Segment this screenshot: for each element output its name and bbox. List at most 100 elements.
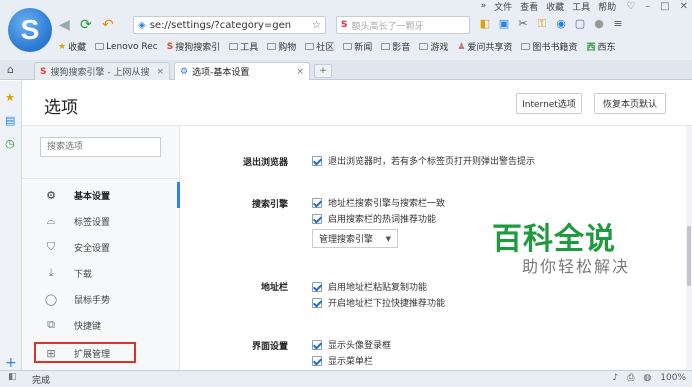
reading-list-icon[interactable]: ▤ <box>5 114 15 127</box>
add-panel-icon[interactable]: + <box>5 355 17 371</box>
maximize-icon[interactable]: □ <box>660 1 669 12</box>
more-icon[interactable]: ● <box>592 17 606 31</box>
menu-arrows-icon[interactable]: » <box>481 1 487 11</box>
menu-file[interactable]: 文件 <box>494 0 512 13</box>
skin-icon[interactable]: ♡ <box>626 1 635 12</box>
menu-favorites[interactable]: 收藏 <box>546 0 564 13</box>
tab-icon: ⌓ <box>46 214 56 227</box>
paste-copy-checkbox[interactable]: 启用地址栏粘贴复制功能 <box>312 280 427 293</box>
sidebar-item-security[interactable]: ⛉ 安全设置 <box>22 234 180 260</box>
settings-search-input[interactable] <box>40 137 161 157</box>
favorites-star-icon[interactable]: ★ <box>5 91 15 104</box>
scrollbar[interactable] <box>686 126 692 370</box>
sidebar-item-label: 下载 <box>74 269 93 280</box>
minimize-icon[interactable]: – <box>645 1 650 12</box>
checkbox[interactable] <box>312 281 322 292</box>
sogou-icon: S <box>40 66 47 77</box>
history-icon[interactable]: ◷ <box>5 137 15 150</box>
section-title-exit: 退出浏览器 <box>242 158 288 168</box>
hotword-checkbox[interactable]: 启用搜索栏的热词推荐功能 <box>312 212 436 225</box>
checkbox[interactable] <box>312 197 322 208</box>
cut-icon[interactable]: ✂ <box>516 17 530 31</box>
engine-sync-checkbox[interactable]: 地址栏搜索引擎与搜索栏一致 <box>312 196 445 209</box>
menubar-checkbox[interactable]: 显示菜单栏 <box>312 354 373 367</box>
back-icon[interactable]: ◀ <box>59 17 70 33</box>
sidebar-item-download[interactable]: ⤓ 下载 <box>22 260 180 286</box>
bookmark-item[interactable]: 图书书籍资 <box>521 40 577 53</box>
tab-close-icon[interactable]: × <box>156 67 164 77</box>
section-title-address: 地址栏 <box>260 283 288 293</box>
manage-engines-dropdown[interactable]: 管理搜索引擎 ▼ <box>312 229 398 248</box>
checkbox[interactable] <box>312 155 322 166</box>
search-box[interactable]: S 额头高长了一颗牙 <box>336 16 470 34</box>
search-placeholder[interactable]: 额头高长了一颗牙 <box>351 19 423 32</box>
scrollbar-thumb[interactable] <box>687 226 691 286</box>
gear-icon: ⚙ <box>46 188 56 202</box>
browser-logo[interactable]: S <box>8 8 52 52</box>
sidebar-item-label: 基本设置 <box>74 191 111 202</box>
menu-view[interactable]: 查看 <box>520 0 538 13</box>
sidebar-item-label: 安全设置 <box>74 243 111 254</box>
tab-label: 选项-基本设置 <box>192 68 250 78</box>
bookmark-item[interactable]: 影音 <box>381 40 410 53</box>
sidebar-item-shortcuts[interactable]: ⧉ 快捷键 <box>22 312 180 338</box>
bookmark-item[interactable]: Lenovo Rec <box>95 40 158 53</box>
checkbox[interactable] <box>312 297 322 308</box>
sidebar-item-tabs[interactable]: ⌓ 标签设置 <box>22 208 180 234</box>
security-status-icon[interactable]: ◍ <box>643 373 651 383</box>
settings-tab-icon: ⚙ <box>180 66 189 77</box>
settings-sidebar: ⚙ 基本设置 ⌓ 标签设置 ⛉ 安全设置 ⤓ 下载 ◯ 鼠标手势 ⧉ 快捷键 ⊞… <box>22 126 180 370</box>
address-bar[interactable]: ◈ se://settings/?category=gen ☆ <box>133 16 326 34</box>
page-title: 选项 <box>44 98 78 118</box>
checkbox[interactable] <box>312 355 322 366</box>
reader-icon[interactable]: ◧ <box>478 17 492 31</box>
divider <box>22 178 180 179</box>
new-tab-button[interactable]: + <box>314 64 332 78</box>
key-icon[interactable]: ⚿ <box>535 17 549 31</box>
section-title-engine: 搜索引擎 <box>251 200 288 210</box>
favorite-star-icon[interactable]: ☆ <box>312 20 321 31</box>
close-icon[interactable]: ✕ <box>680 1 688 12</box>
menu-help[interactable]: 帮助 <box>598 0 616 13</box>
checkbox[interactable] <box>312 213 322 224</box>
status-icons: ♪ ⎙ ◍ 100% <box>612 373 686 383</box>
exit-warn-checkbox[interactable]: 退出浏览器时，若有多个标签页打开则弹出警告提示 <box>312 154 535 167</box>
search-engine-icon[interactable]: S <box>341 20 347 30</box>
download-icon: ⤓ <box>48 266 54 279</box>
sidebar-item-gestures[interactable]: ◯ 鼠标手势 <box>22 286 180 312</box>
internet-options-button[interactable]: Internet选项 <box>516 93 582 114</box>
menu-tools[interactable]: 工具 <box>572 0 590 13</box>
shield-toolbar-icon[interactable]: ▢ <box>573 17 587 31</box>
print-icon[interactable]: ⎙ <box>627 373 634 383</box>
avatar-login-checkbox[interactable]: 显示头像登录框 <box>312 338 391 351</box>
tab-close-icon[interactable]: × <box>296 67 304 77</box>
bookmark-item[interactable]: 游戏 <box>419 40 448 53</box>
bookmark-item[interactable]: 购物 <box>267 40 296 53</box>
speaker-icon[interactable]: ♪ <box>612 373 618 383</box>
address-text[interactable]: se://settings/?category=gen <box>150 20 291 31</box>
home-icon[interactable]: ⌂ <box>7 63 14 76</box>
sidebar-item-basic[interactable]: ⚙ 基本设置 <box>22 182 180 208</box>
tab-sogou-search[interactable]: S 搜狗搜索引擎 - 上网从搜 × <box>34 62 170 80</box>
undo-icon[interactable]: ↶ <box>102 17 114 33</box>
screen-icon[interactable]: ▣ <box>497 17 511 31</box>
tab-settings[interactable]: ⚙ 选项-基本设置 × <box>174 62 310 80</box>
bookmark-item[interactable]: ♟ 爱问共享资 <box>457 40 512 54</box>
bookmark-item[interactable]: 新闻 <box>343 40 372 53</box>
zoom-level[interactable]: 100% <box>660 373 686 383</box>
dropdown-suggest-checkbox[interactable]: 开启地址栏下拉快捷推荐功能 <box>312 296 445 309</box>
checkbox[interactable] <box>312 339 322 350</box>
menu-icon[interactable]: ≡ <box>611 17 625 31</box>
bookmark-item[interactable]: 西西东 <box>586 40 615 53</box>
bookmark-item[interactable]: S 搜狗搜索引 <box>167 40 221 54</box>
bookmark-item[interactable]: 社区 <box>305 40 334 53</box>
shortcut-icon: ⧉ <box>47 318 55 331</box>
refresh-icon[interactable]: ⟳ <box>80 17 92 33</box>
bookmark-item[interactable]: 工具 <box>229 40 258 53</box>
section-title-ui: 界面设置 <box>251 342 288 352</box>
sidebar-toggle-icon[interactable]: ◧ <box>8 372 17 382</box>
extension-icon[interactable]: ◉ <box>554 17 568 31</box>
side-panel: ★ ▤ ◷ <box>0 81 22 370</box>
bookmark-item[interactable]: ★ 收藏 <box>58 40 86 54</box>
restore-defaults-button[interactable]: 恢复本页默认 <box>594 93 666 114</box>
